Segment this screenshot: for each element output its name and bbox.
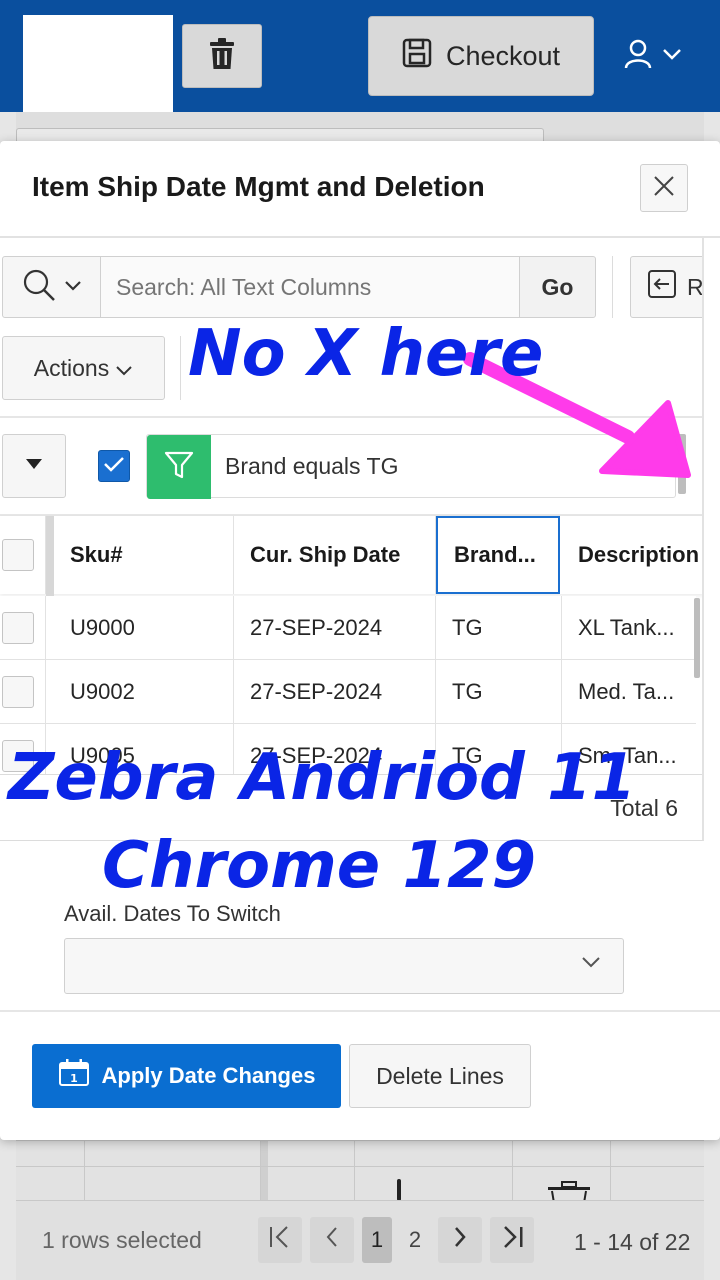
annotation-note-top: No X here — [188, 317, 544, 391]
search-input[interactable] — [100, 256, 520, 318]
calendar-icon: 1 — [58, 1059, 90, 1093]
table-row[interactable]: U9002 27-SEP-2024 TG Med. Ta... — [0, 660, 696, 724]
annotation-note-device: Zebra Andriod 11 — [8, 741, 637, 815]
go-button[interactable]: Go — [519, 256, 596, 318]
ship-date-cell: 27-SEP-2024 — [234, 660, 436, 724]
app-header: Checkout — [0, 0, 720, 112]
filter-type-badge — [147, 435, 211, 499]
filter-scrollbar[interactable] — [678, 434, 686, 494]
dialog-footer-divider — [0, 1010, 720, 1012]
rows-selected-text: 1 rows selected — [42, 1227, 202, 1253]
column-header-brand[interactable]: Brand... — [436, 516, 560, 594]
sku-cell: U9000 — [54, 596, 234, 660]
avail-dates-select[interactable] — [64, 938, 624, 994]
row-checkbox[interactable] — [2, 612, 34, 644]
pagination: 1 2 — [258, 1217, 534, 1263]
svg-text:1: 1 — [70, 1072, 78, 1085]
last-page-button[interactable] — [490, 1217, 534, 1263]
column-header-description[interactable]: Description — [562, 516, 702, 594]
row-select-cell — [0, 596, 46, 660]
close-icon — [653, 175, 675, 202]
brand-cell: TG — [436, 596, 562, 660]
chevron-down-icon — [581, 955, 601, 973]
trash-icon — [208, 37, 236, 75]
reset-icon — [647, 269, 677, 305]
grid-header: Sku# Cur. Ship Date Brand... Description — [0, 516, 702, 594]
filter-enabled-checkbox[interactable] — [98, 450, 130, 482]
toolbar-separator — [612, 256, 613, 318]
chevron-down-icon — [64, 278, 82, 296]
table-row[interactable]: U9000 27-SEP-2024 TG XL Tank... — [0, 596, 696, 660]
row-checkbox[interactable] — [2, 676, 34, 708]
user-menu[interactable] — [624, 36, 682, 76]
actions-menu-button[interactable]: Actions — [2, 336, 165, 400]
reset-button[interactable]: R — [630, 256, 704, 318]
column-header-sku[interactable]: Sku# — [54, 516, 234, 594]
background-table-row — [16, 1166, 704, 1204]
reset-label: R — [687, 273, 704, 300]
annotation-note-browser: Chrome 129 — [102, 829, 537, 903]
chevron-left-icon — [325, 1226, 339, 1254]
funnel-icon — [164, 450, 194, 485]
avail-dates-label: Avail. Dates To Switch — [64, 901, 281, 926]
first-page-button[interactable] — [258, 1217, 302, 1263]
app-logo[interactable] — [23, 15, 173, 112]
background-toolbar — [16, 128, 544, 142]
checkmark-icon — [103, 455, 125, 478]
description-cell: Med. Ta... — [578, 679, 675, 704]
actions-label: Actions — [33, 354, 110, 381]
page-2-button[interactable]: 2 — [400, 1217, 430, 1263]
chevron-down-icon — [115, 355, 133, 382]
user-icon — [624, 39, 652, 74]
brand-cell: TG — [436, 660, 562, 724]
grid-vertical-scrollbar[interactable] — [694, 598, 700, 678]
caret-down-icon — [25, 457, 43, 475]
column-header-ship-date[interactable]: Cur. Ship Date — [234, 516, 436, 594]
toolbar-divider — [0, 416, 702, 418]
toggle-filters-button[interactable] — [2, 434, 66, 498]
next-page-button[interactable] — [438, 1217, 482, 1263]
clear-cart-button[interactable] — [182, 24, 262, 88]
search-column-selector[interactable] — [2, 256, 101, 318]
apply-label: Apply Date Changes — [101, 1063, 316, 1088]
delete-lines-button[interactable]: Delete Lines — [349, 1044, 531, 1108]
checkout-button[interactable]: Checkout — [368, 16, 594, 96]
select-all-checkbox[interactable] — [2, 539, 34, 571]
ship-date-dialog: Item Ship Date Mgmt and Deletion Go — [0, 141, 720, 1140]
ship-date-cell: 27-SEP-2024 — [234, 596, 436, 660]
previous-page-button[interactable] — [310, 1217, 354, 1263]
sku-cell: U9002 — [54, 660, 234, 724]
search-icon — [22, 268, 56, 307]
apply-date-changes-button[interactable]: 1 Apply Date Changes — [32, 1044, 341, 1108]
dialog-title: Item Ship Date Mgmt and Deletion — [32, 171, 485, 202]
chevron-down-icon — [662, 47, 682, 65]
filter-text: Brand equals TG — [225, 453, 399, 479]
checkout-label: Checkout — [445, 40, 561, 71]
pagination-range: 1 - 14 of 22 — [574, 1229, 691, 1255]
background-pagination-bar: 1 rows selected 1 2 1 - 14 of 22 — [16, 1200, 704, 1280]
description-cell: XL Tank... — [578, 615, 675, 640]
first-page-icon — [267, 1225, 293, 1255]
close-dialog-button[interactable] — [640, 164, 688, 212]
toolbar-separator — [180, 336, 181, 400]
row-select-cell — [0, 660, 46, 724]
save-icon — [402, 38, 432, 75]
chevron-right-icon — [453, 1226, 467, 1254]
filter-chip[interactable]: Brand equals TG — [146, 434, 676, 499]
select-all-cell — [0, 516, 46, 594]
last-page-icon — [499, 1225, 525, 1255]
page-1-button[interactable]: 1 — [362, 1217, 392, 1263]
